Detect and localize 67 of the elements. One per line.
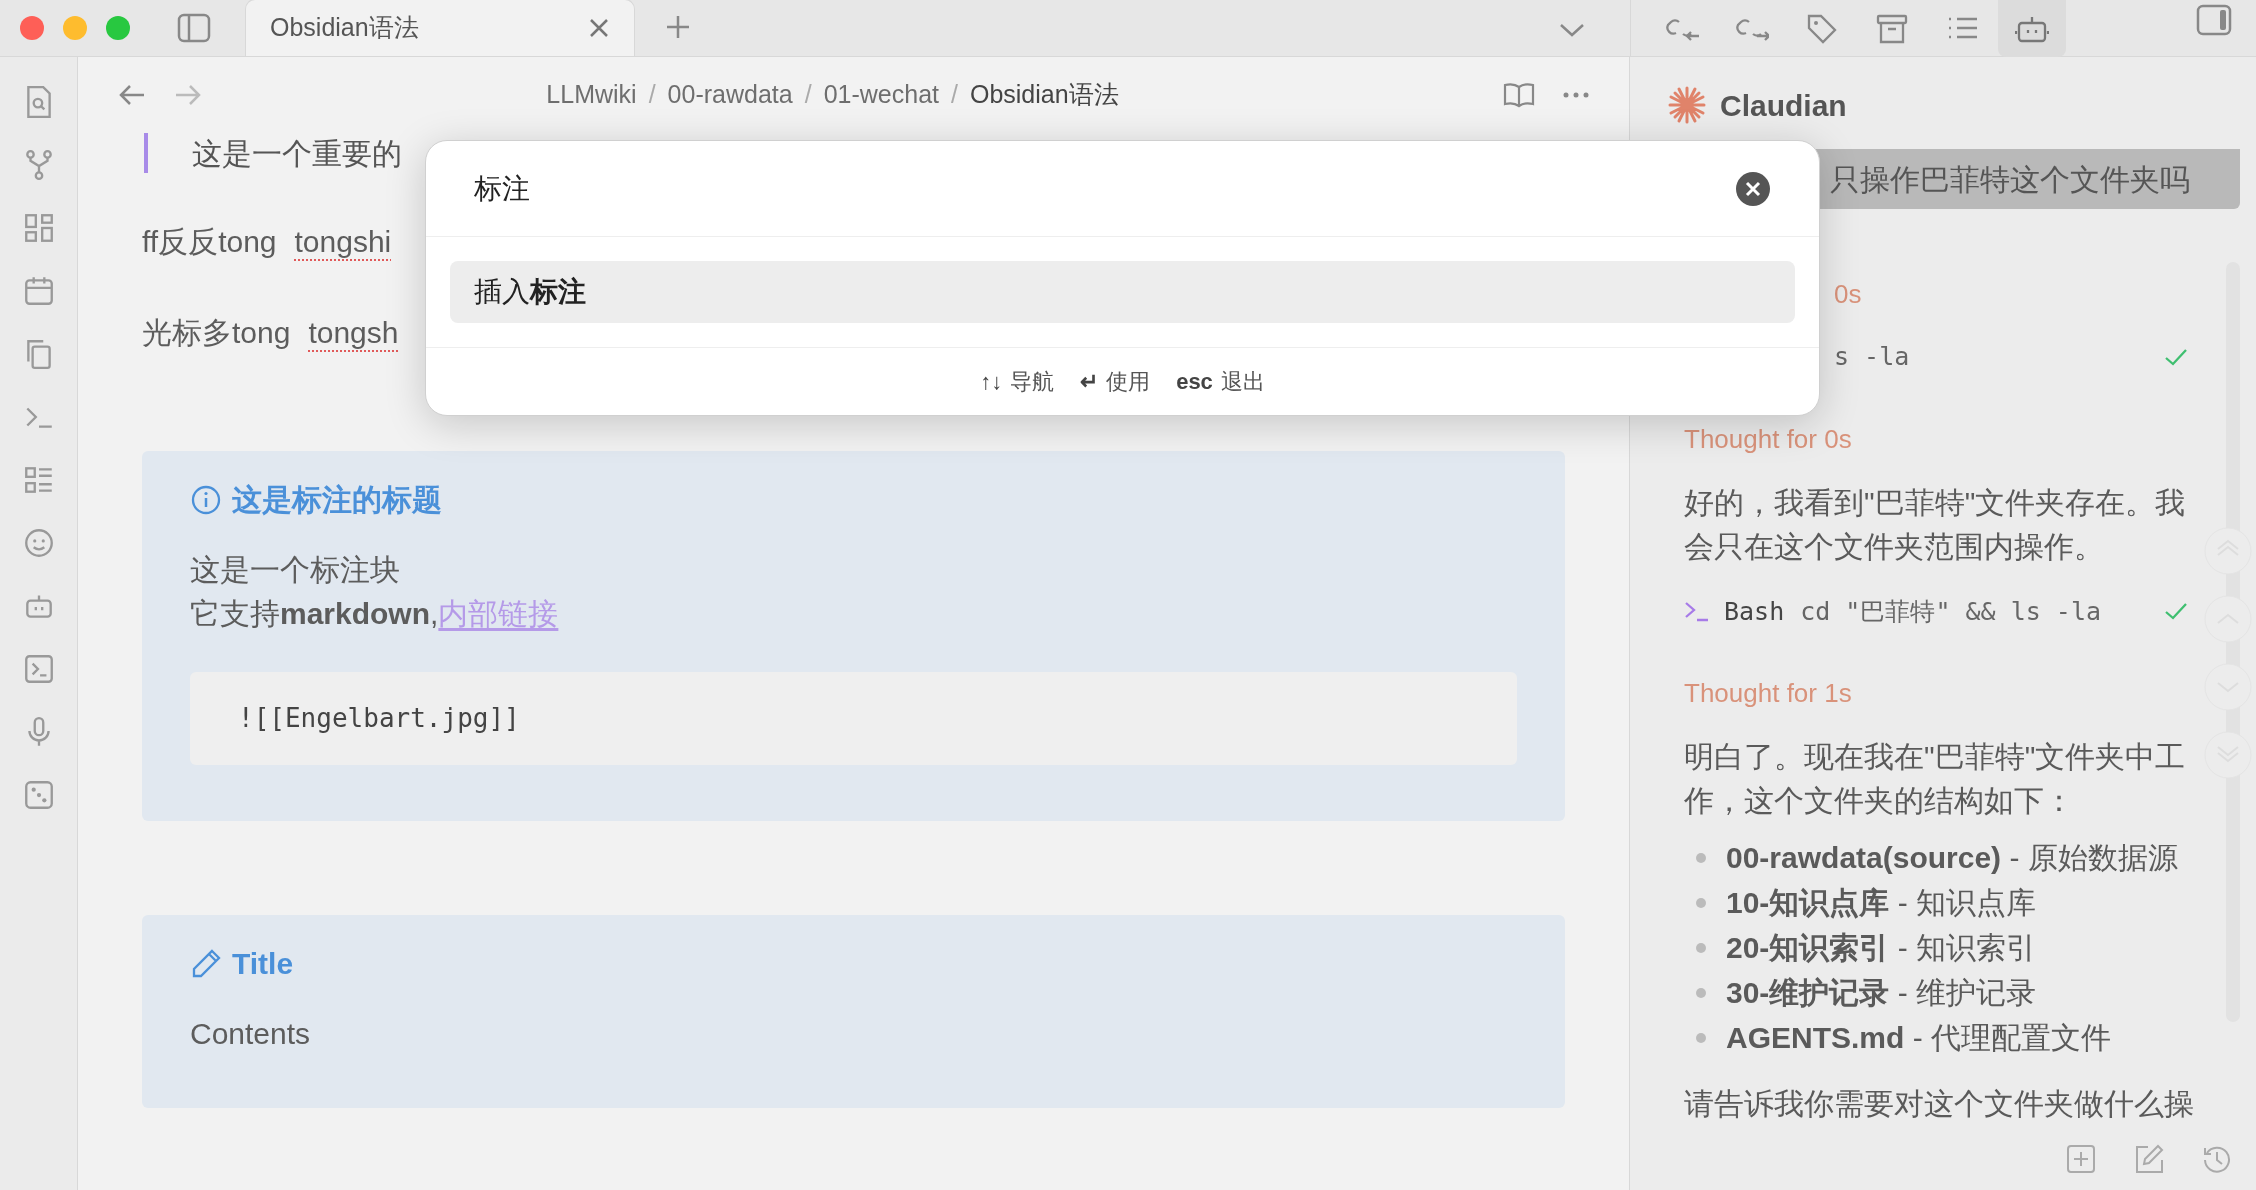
bullet-icon xyxy=(1696,942,1706,953)
code-block: ![[Engelbart.jpg]] xyxy=(190,672,1517,765)
chevron-down-icon[interactable] xyxy=(1559,22,1585,38)
sidebar-toggle-icon[interactable] xyxy=(177,13,211,43)
bullet-icon xyxy=(1696,897,1706,908)
key-hint: ↵ xyxy=(1080,368,1099,396)
close-window-button[interactable] xyxy=(20,16,44,40)
breadcrumb-separator: / xyxy=(804,79,812,111)
misspelled-word: tongshi xyxy=(294,224,392,260)
reading-view-icon[interactable] xyxy=(1503,82,1535,108)
close-icon[interactable] xyxy=(588,17,610,39)
hint-label: 使用 xyxy=(1106,368,1151,396)
key-hint: esc xyxy=(1176,368,1213,396)
new-chat-icon[interactable] xyxy=(2066,1144,2096,1174)
close-icon[interactable] xyxy=(1735,170,1771,207)
tool-command: s -la xyxy=(1834,341,1910,373)
callout-text: Contents xyxy=(190,1017,311,1050)
edit-icon[interactable] xyxy=(2134,1144,2164,1174)
pencil-icon xyxy=(190,947,222,980)
message-text: 好的，我看到"巴菲特"文件夹存在。我会只在这个文件夹范围内操作。 xyxy=(1684,484,2187,565)
key-hint: ↑↓ xyxy=(980,368,1003,396)
breadcrumb-link[interactable]: Obsidian语法 xyxy=(969,76,1119,114)
archive-icon xyxy=(1875,12,1909,44)
tool-name: Bash xyxy=(1724,595,1785,628)
suggestion-item[interactable]: 插入标注 xyxy=(450,261,1795,323)
tag-icon xyxy=(1805,12,1839,44)
file-tab[interactable]: Obsidian语法 xyxy=(245,0,635,56)
breadcrumb-link[interactable]: 01-wechat xyxy=(823,76,939,114)
quote-text: 这是一个重要的 xyxy=(192,135,402,172)
history-icon[interactable] xyxy=(2202,1144,2232,1174)
list-item-text: 00-rawdata(source) - 原始数据源 xyxy=(1726,840,2178,876)
breadcrumb-link[interactable]: 00-rawdata xyxy=(667,76,793,114)
hint-label: 退出 xyxy=(1220,368,1265,396)
message-text: 请告诉我你需要对这个文件夹做什么操 xyxy=(1684,1086,2195,1122)
tool-command: cd "巴菲特" && ls -la xyxy=(1800,595,2101,628)
zoom-window-button[interactable] xyxy=(106,16,130,40)
message-text: 明白了。现在我在"巴菲特"文件夹中工作，这个文件夹的结构如下： xyxy=(1684,739,2187,819)
bullet-icon xyxy=(1696,987,1706,998)
info-icon xyxy=(190,483,222,516)
callout-title: 这是标注的标题 xyxy=(232,482,442,518)
forward-arrow-icon[interactable] xyxy=(174,83,202,107)
callout-title: Title xyxy=(232,946,294,982)
bullet-icon xyxy=(1696,852,1706,863)
panel-title: Claudian xyxy=(1720,87,1847,124)
more-options-icon[interactable] xyxy=(1563,91,1589,99)
bullet-icon xyxy=(1696,1032,1706,1043)
list-item-text: AGENTS.md - 代理配置文件 xyxy=(1726,1020,2112,1056)
breadcrumb-separator: / xyxy=(951,79,958,111)
sidebar-toggle-icon[interactable] xyxy=(2196,4,2232,36)
breadcrumb-separator: / xyxy=(648,79,656,111)
breadcrumb-link[interactable]: LLMwiki xyxy=(546,76,637,114)
list-item-text: 10-知识点库 - 知识点库 xyxy=(1726,885,2037,921)
sparkle-logo-icon xyxy=(1668,86,1706,124)
misspelled-word: tongsh xyxy=(308,315,399,351)
list-item-text: 20-知识索引 - 知识索引 xyxy=(1726,930,2037,966)
terminal-icon xyxy=(1684,600,1710,623)
editor-text: 光标多tong xyxy=(142,315,291,351)
new-tab-icon[interactable] xyxy=(665,14,691,40)
back-arrow-icon[interactable] xyxy=(118,83,146,107)
list-item-text: 30-维护记录 - 维护记录 xyxy=(1726,975,2037,1011)
modal-title: 标注 xyxy=(474,171,530,206)
minimize-window-button[interactable] xyxy=(63,16,87,40)
callout-text: 这是一个标注块 xyxy=(190,553,400,586)
hint-label: 导航 xyxy=(1010,368,1055,396)
panel-tab[interactable] xyxy=(1998,0,2066,57)
editor-text: ff反反tong xyxy=(142,224,277,260)
callout-text: 它支持markdown, xyxy=(190,596,439,632)
